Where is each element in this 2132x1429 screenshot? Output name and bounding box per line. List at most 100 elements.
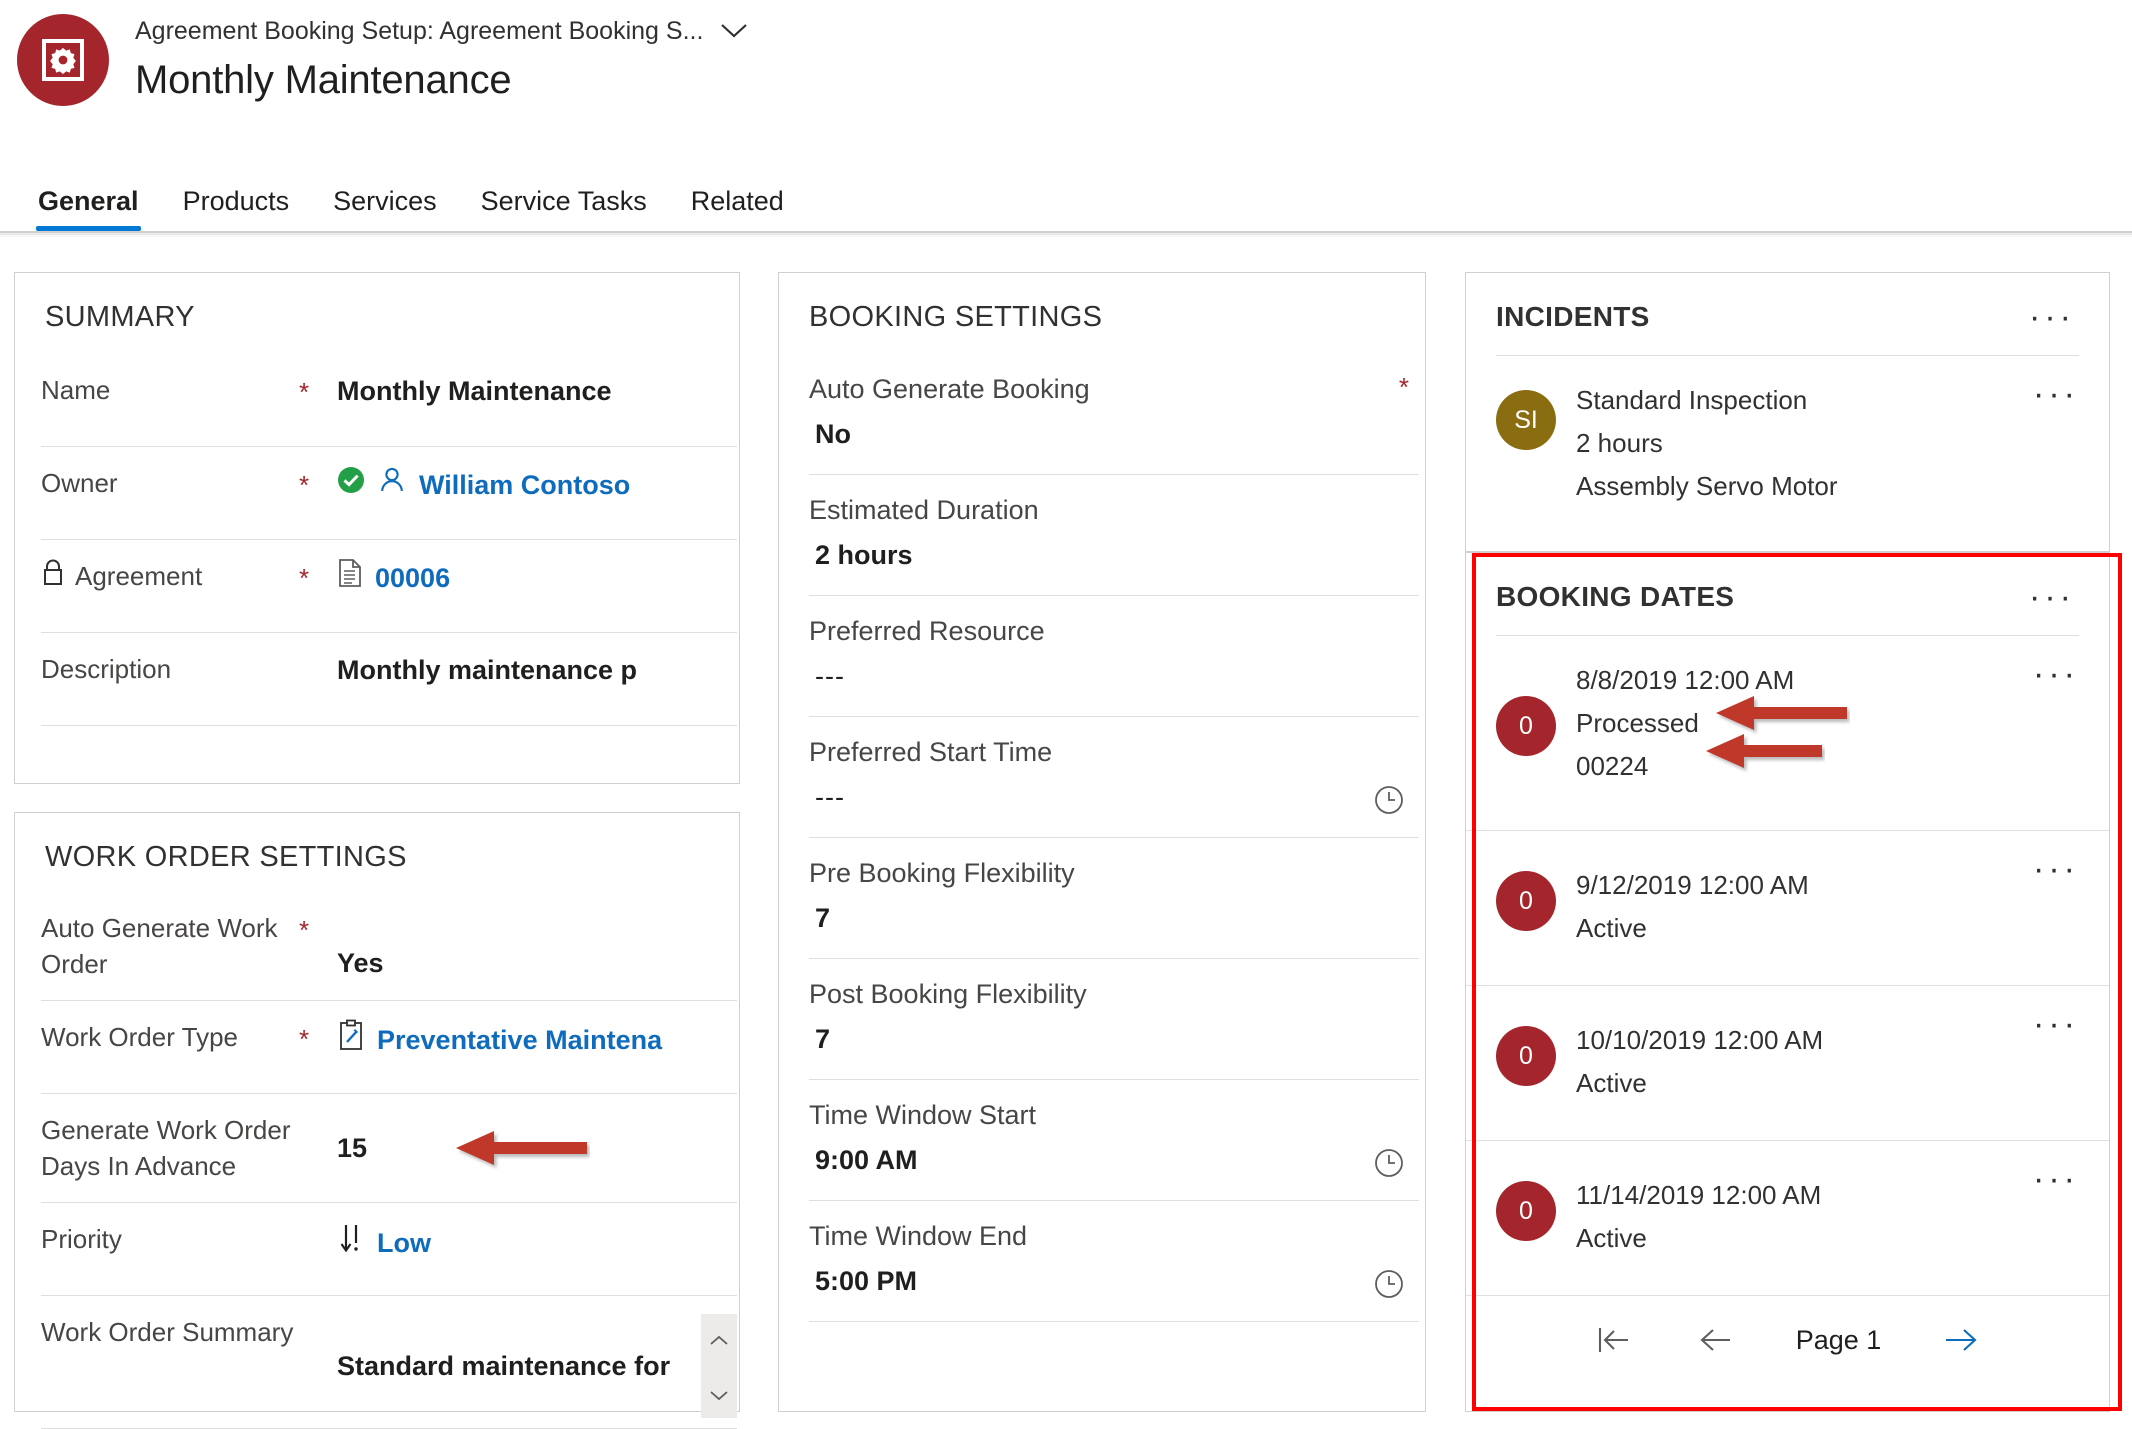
field-row-agreement: Agreement * 00006 — [41, 540, 737, 633]
booking-date-badge: 0 — [1496, 696, 1556, 756]
booking-label-time-window-start: Time Window Start — [809, 1100, 1037, 1130]
field-label-agreement-text: Agreement — [75, 561, 203, 591]
field-required-priority — [299, 1221, 337, 1223]
booking-date-status: Active — [1576, 1223, 1647, 1253]
verified-check-icon — [337, 466, 365, 504]
generate-work-order-days-in-advance-value[interactable]: 15 — [337, 1112, 737, 1184]
field-value-work-order-type[interactable]: Preventative Maintena — [337, 1019, 737, 1061]
booking-date-status: Active — [1576, 913, 1647, 943]
field-label-description: Description — [41, 654, 172, 684]
booking-value-time-window-start[interactable]: 9:00 AM — [809, 1136, 1419, 1184]
booking-field-preferred-start-time: Preferred Start Time --- — [809, 717, 1419, 838]
booking-date-datetime: 10/10/2019 12:00 AM — [1576, 1025, 1824, 1055]
first-page-icon[interactable] — [1592, 1318, 1636, 1362]
incident-item-more-icon[interactable]: ··· — [2029, 377, 2083, 411]
booking-dates-more-icon[interactable]: ··· — [2025, 580, 2079, 614]
field-value-work-order-type-label[interactable]: Preventative Maintena — [377, 1021, 662, 1059]
booking-date-list-item[interactable]: 0 8/8/2019 12:00 AM Processed 00224 ··· — [1466, 636, 2109, 831]
field-row-name: Name * Monthly Maintenance — [41, 354, 737, 447]
field-value-agreement-label[interactable]: 00006 — [375, 559, 450, 597]
incidents-more-icon[interactable]: ··· — [2025, 300, 2079, 334]
summary-card: SUMMARY Name * Monthly Maintenance Owner… — [14, 272, 740, 784]
booking-label-pre-booking-flexibility: Pre Booking Flexibility — [809, 858, 1075, 888]
field-row-priority: Priority Low — [41, 1203, 737, 1296]
field-required-auto-generate-work-order: * — [299, 915, 310, 945]
field-value-name[interactable]: Monthly Maintenance — [337, 372, 737, 410]
booking-label-post-booking-flexibility: Post Booking Flexibility — [809, 979, 1087, 1009]
field-label-name: Name — [41, 375, 111, 405]
previous-page-icon[interactable] — [1694, 1318, 1738, 1362]
booking-date-status-processed: Processed — [1576, 708, 1699, 738]
booking-date-list-item[interactable]: 0 11/14/2019 12:00 AM Active ··· — [1466, 1141, 2109, 1296]
field-value-work-order-summary[interactable]: Standard maintenance for — [337, 1314, 701, 1418]
tab-bar: General Products Services Service Tasks … — [0, 175, 2132, 243]
booking-date-item-more-icon[interactable]: ··· — [2029, 1162, 2083, 1196]
field-row-work-order-summary: Work Order Summary Standard maintenance … — [41, 1296, 737, 1429]
clock-icon[interactable] — [1373, 784, 1405, 821]
booking-date-item-more-icon[interactable]: ··· — [2029, 852, 2083, 886]
incident-list-item[interactable]: SI Standard Inspection 2 hours Assembly … — [1466, 356, 2109, 528]
field-required-agreement: * — [299, 563, 310, 593]
booking-dates-card: BOOKING DATES ··· 0 8/8/2019 12:00 AM Pr… — [1465, 552, 2110, 1412]
tab-service-tasks[interactable]: Service Tasks — [459, 185, 669, 231]
work-order-settings-card-title: WORK ORDER SETTINGS — [45, 841, 407, 873]
booking-value-time-window-end[interactable]: 5:00 PM — [809, 1257, 1419, 1305]
incident-duration: 2 hours — [1576, 428, 1663, 458]
booking-field-estimated-duration: Estimated Duration 2 hours — [809, 475, 1419, 596]
booking-field-post-booking-flexibility: Post Booking Flexibility 7 — [809, 959, 1419, 1080]
booking-date-item-more-icon[interactable]: ··· — [2029, 657, 2083, 691]
field-label-work-order-summary: Work Order Summary — [41, 1317, 294, 1347]
booking-value-preferred-resource[interactable]: --- — [809, 652, 1419, 700]
incident-name: Standard Inspection — [1576, 385, 1808, 415]
tab-related[interactable]: Related — [669, 185, 806, 231]
booking-date-list-item[interactable]: 0 10/10/2019 12:00 AM Active ··· — [1466, 986, 2109, 1141]
field-label-priority: Priority — [41, 1224, 122, 1254]
field-value-agreement[interactable]: 00006 — [337, 558, 737, 598]
booking-field-preferred-resource: Preferred Resource --- — [809, 596, 1419, 717]
booking-value-post-booking-flexibility[interactable]: 7 — [809, 1015, 1419, 1063]
field-value-owner-label[interactable]: William Contoso — [419, 466, 630, 504]
tab-products[interactable]: Products — [161, 185, 312, 231]
booking-value-auto-generate-booking[interactable]: No — [809, 410, 1419, 458]
field-row-auto-generate-work-order: Auto Generate Work Order * Yes — [41, 892, 737, 1001]
field-required-name: * — [299, 377, 310, 407]
field-value-auto-generate-work-order[interactable]: Yes — [337, 910, 737, 982]
field-row-owner: Owner * William Contoso — [41, 447, 737, 540]
pager-page-label: Page 1 — [1795, 1324, 1882, 1355]
booking-value-preferred-start-time[interactable]: --- — [809, 773, 1419, 821]
field-value-priority-label[interactable]: Low — [377, 1224, 431, 1262]
lock-icon — [41, 558, 65, 595]
booking-value-estimated-duration[interactable]: 2 hours — [809, 531, 1419, 579]
work-order-summary-textarea[interactable]: Standard maintenance for — [337, 1314, 737, 1418]
incidents-card: INCIDENTS ··· SI Standard Inspection 2 h… — [1465, 272, 2110, 552]
user-icon — [377, 465, 407, 505]
booking-value-pre-booking-flexibility[interactable]: 7 — [809, 894, 1419, 942]
field-label-agreement: Agreement — [41, 558, 299, 595]
chevron-down-icon[interactable] — [719, 16, 749, 46]
field-value-priority[interactable]: Low — [337, 1221, 737, 1265]
field-row-work-order-type: Work Order Type * Preventative Maintena — [41, 1001, 737, 1094]
field-label-generate-work-order-days-in-advance: Generate Work Order Days In Advance — [41, 1115, 291, 1181]
booking-date-item-more-icon[interactable]: ··· — [2029, 1007, 2083, 1041]
tab-general[interactable]: General — [16, 185, 161, 231]
scroll-up-icon[interactable] — [708, 1320, 730, 1358]
page-title: Monthly Maintenance — [135, 58, 512, 102]
incidents-card-title: INCIDENTS — [1496, 301, 1650, 332]
textarea-scrollbar[interactable] — [701, 1314, 737, 1418]
booking-required-auto-generate-booking: * — [1398, 372, 1409, 402]
field-value-description[interactable]: Monthly maintenance p — [337, 651, 737, 689]
field-value-owner[interactable]: William Contoso — [337, 465, 737, 505]
booking-field-auto-generate-booking: Auto Generate Booking * No — [809, 354, 1419, 475]
booking-date-list-item[interactable]: 0 9/12/2019 12:00 AM Active ··· — [1466, 831, 2109, 986]
clock-icon[interactable] — [1373, 1268, 1405, 1305]
tab-services[interactable]: Services — [311, 185, 459, 231]
booking-date-datetime: 8/8/2019 12:00 AM — [1576, 665, 1795, 695]
clock-icon[interactable] — [1373, 1147, 1405, 1184]
booking-dates-card-title: BOOKING DATES — [1496, 581, 1735, 612]
field-required-description — [299, 651, 337, 653]
scroll-down-icon[interactable] — [708, 1374, 730, 1412]
booking-settings-card-title: BOOKING SETTINGS — [809, 301, 1103, 333]
booking-field-time-window-start: Time Window Start 9:00 AM — [809, 1080, 1419, 1201]
next-page-icon[interactable] — [1939, 1318, 1983, 1362]
field-label-auto-generate-work-order: Auto Generate Work Order — [41, 913, 278, 979]
